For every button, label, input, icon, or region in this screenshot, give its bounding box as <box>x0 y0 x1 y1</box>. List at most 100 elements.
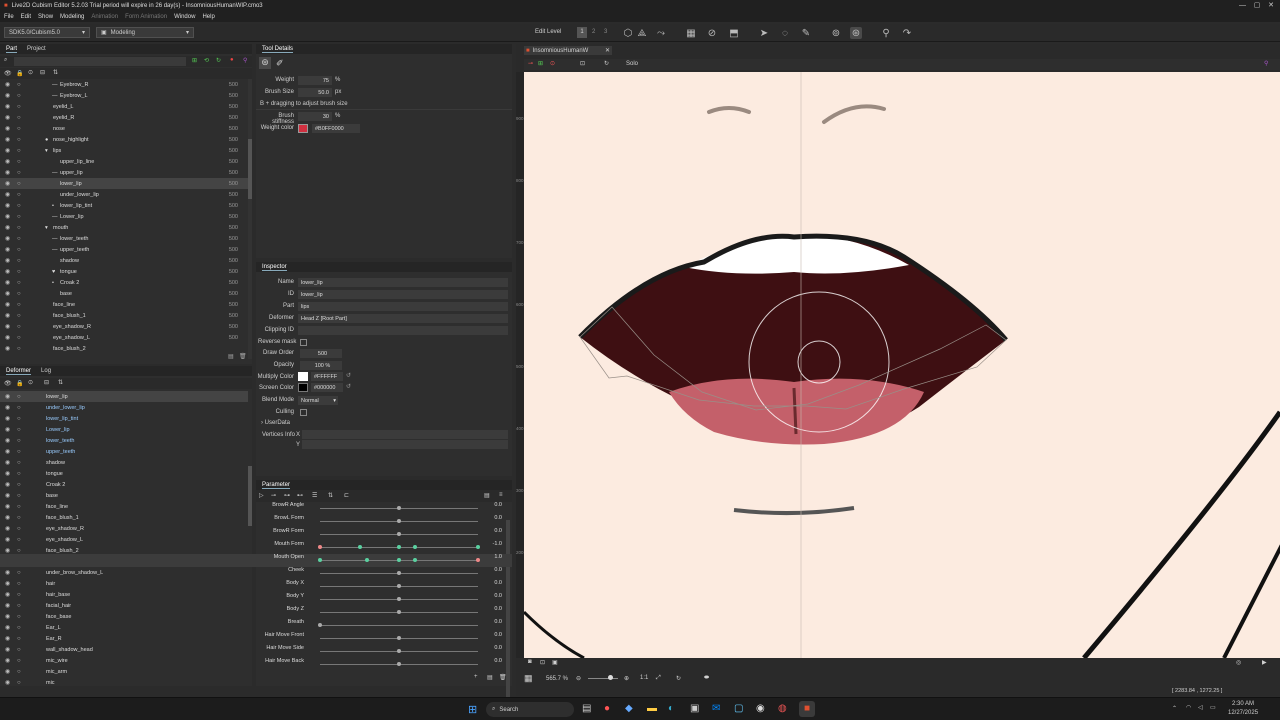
part-row[interactable]: ◉ ○ ● nose_highlight 500 <box>0 134 248 145</box>
part-row[interactable]: ◉ ○ — Eyebrow_L 500 <box>0 90 248 101</box>
solo-toggle[interactable]: Solo <box>626 61 638 67</box>
vertices-y-input[interactable] <box>302 440 508 449</box>
parameter-row[interactable]: BrowR Form 0.0 <box>0 528 512 541</box>
part-row[interactable]: ◉ ○ • Croak 2 500 <box>0 277 248 288</box>
deformer-row[interactable]: ◉ ○ Croak 2 <box>0 479 248 490</box>
deformer-row[interactable]: ◉ ○ shadow <box>0 457 248 468</box>
list-icon[interactable]: ☰ <box>312 492 317 499</box>
edge-icon[interactable]: ◐ <box>668 703 674 714</box>
canvas-viewport[interactable] <box>524 72 1280 658</box>
rotate-view-icon[interactable]: ↻ <box>604 60 609 67</box>
brush-tool-icon[interactable]: ⊚ <box>830 27 842 39</box>
parameter-slider[interactable] <box>320 625 478 626</box>
weight-color-swatch[interactable] <box>298 124 308 133</box>
culling-checkbox[interactable] <box>300 409 307 416</box>
lock-icon[interactable]: 🔒 <box>16 70 23 77</box>
deformer-row[interactable]: ◉ ○ lower_lip <box>0 391 248 402</box>
brush-stiffness-input[interactable]: 30 <box>298 112 332 121</box>
lock-icon[interactable]: ○ <box>17 126 21 132</box>
inspector-field[interactable] <box>298 326 508 335</box>
keyform-dot[interactable] <box>397 545 401 549</box>
lock-icon[interactable]: ○ <box>17 247 21 253</box>
lock-icon[interactable]: ○ <box>17 192 21 198</box>
mesh-edit-icon[interactable]: ⬡ <box>622 27 634 39</box>
lock-icon[interactable]: ○ <box>17 203 21 209</box>
lock-icon[interactable]: ○ <box>17 449 21 455</box>
parameter-slider-knob[interactable] <box>476 558 480 562</box>
task-view-icon[interactable]: ▤ <box>582 703 591 714</box>
part-row[interactable]: ◉ ○ eye_shadow_R 500 <box>0 321 248 332</box>
menu-edit[interactable]: Edit <box>21 14 31 20</box>
lock-icon[interactable]: ○ <box>17 291 21 297</box>
eye-icon[interactable]: ◉ <box>5 125 10 132</box>
parameter-value[interactable]: 0.0 <box>488 632 502 638</box>
parameter-row[interactable]: Cheek 0.0 <box>0 567 512 580</box>
folder-icon[interactable]: ▤ <box>228 353 234 360</box>
part-scrollbar[interactable] <box>248 79 252 359</box>
arrow-tool-icon[interactable]: ➤ <box>758 27 770 39</box>
sort-icon[interactable]: ⇅ <box>58 379 63 386</box>
delete-icon[interactable]: ● <box>230 57 234 63</box>
menu-show[interactable]: Show <box>38 14 53 20</box>
eye-icon[interactable]: ◉ <box>5 191 10 198</box>
menu-icon[interactable]: ≡ <box>499 492 503 498</box>
parameter-slider-knob[interactable] <box>397 662 401 666</box>
weight-input[interactable]: 75 <box>298 76 332 85</box>
pin-icon[interactable]: ⚲ <box>880 27 892 39</box>
deformer-row[interactable]: ◉ ○ lower_teeth <box>0 435 248 446</box>
lock-icon[interactable]: ○ <box>17 225 21 231</box>
tray-chevron-icon[interactable]: ⌃ <box>1172 705 1177 712</box>
part-row[interactable]: ◉ ○ eye_shadow_L 500 <box>0 332 248 343</box>
lock-icon[interactable]: ○ <box>17 115 21 121</box>
menu-file[interactable]: File <box>4 14 14 20</box>
lock-icon[interactable]: ○ <box>17 82 21 88</box>
play-icon[interactable]: ▶ <box>1262 659 1267 666</box>
zoom-slider-knob[interactable] <box>608 675 613 680</box>
sdk-select[interactable]: SDK5.0/Cubism5.0 ▾ <box>4 27 90 38</box>
parameter-value[interactable]: 0.0 <box>488 606 502 612</box>
eye-icon[interactable]: ◉ <box>5 147 10 154</box>
lock-icon[interactable]: ○ <box>17 93 21 99</box>
parameter-slider-knob[interactable] <box>397 532 401 536</box>
eye-icon[interactable]: ◉ <box>5 290 10 297</box>
tab-log[interactable]: Log <box>41 368 51 374</box>
part-row[interactable]: ◉ ○ upper_lip_line 500 <box>0 156 248 167</box>
eye-icon[interactable]: ◉ <box>5 459 10 466</box>
eye-icon[interactable]: ◉ <box>5 679 10 686</box>
parameter-row[interactable]: Body Y 0.0 <box>0 593 512 606</box>
app-icon[interactable]: ● <box>604 703 610 714</box>
eye-icon[interactable]: ◉ <box>5 202 10 209</box>
part-row[interactable]: ◉ ○ ♥ tongue 500 <box>0 266 248 277</box>
eye-icon[interactable]: ◉ <box>5 213 10 220</box>
eye-icon[interactable]: ◉ <box>5 437 10 444</box>
checker-icon[interactable]: ▦ <box>524 673 533 684</box>
deformer-row[interactable]: ◉ ○ upper_teeth <box>0 446 248 457</box>
parameter-row[interactable]: Hair Move Front 0.0 <box>0 632 512 645</box>
fit-view-icon[interactable]: ⤢ <box>656 675 661 682</box>
eye-icon[interactable]: ◉ <box>5 92 10 99</box>
eye-icon[interactable]: ◉ <box>5 426 10 433</box>
expand-icon[interactable]: ⊙ <box>28 69 33 76</box>
zoom-in-icon[interactable]: ⊕ <box>624 675 629 682</box>
volume-icon[interactable]: ◁ <box>1198 704 1203 711</box>
parameter-row[interactable]: BrowL Form 0.0 <box>0 515 512 528</box>
eye-icon[interactable]: ◉ <box>5 136 10 143</box>
taskbar-time[interactable]: 2:30 AM <box>1232 701 1254 707</box>
multiply-color-swatch[interactable] <box>298 372 308 381</box>
draw-order-input[interactable]: 500 <box>300 349 342 358</box>
parameter-row[interactable]: Mouth Open 1.0 <box>0 554 512 567</box>
view-option-icon[interactable]: ⬬ <box>704 675 709 682</box>
lock-icon[interactable]: ○ <box>17 269 21 275</box>
steam-icon[interactable]: ◉ <box>756 703 765 714</box>
lock-icon[interactable]: ○ <box>17 427 21 433</box>
outlook-icon[interactable]: ✉ <box>712 703 720 714</box>
menu-window[interactable]: Window <box>174 14 195 20</box>
part-row[interactable]: ◉ ○ • lower_lip_tint 500 <box>0 200 248 211</box>
collapse-icon[interactable]: ⊟ <box>44 379 49 386</box>
tab-part[interactable]: Part <box>6 46 18 53</box>
deformer-row[interactable]: ◉ ○ tongue <box>0 468 248 479</box>
parameter-row[interactable]: BrowR Angle 0.0 <box>0 502 512 515</box>
zoom-slider[interactable] <box>588 678 618 679</box>
weight-color-input[interactable]: #B0FF0000 <box>312 124 360 133</box>
parameter-slider-knob[interactable] <box>397 571 401 575</box>
